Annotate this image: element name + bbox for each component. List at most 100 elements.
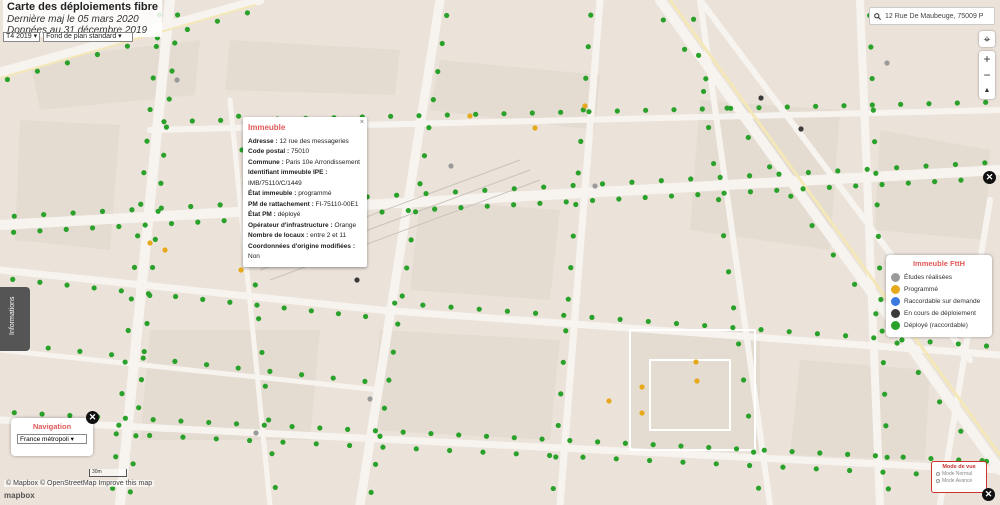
building-marker-deployed[interactable] [235,365,241,371]
building-marker-deployed[interactable] [122,415,128,421]
building-marker-deployed[interactable] [826,184,832,190]
building-marker-deployed[interactable] [147,106,153,113]
building-marker-deployed[interactable] [155,208,161,214]
building-marker-deployed[interactable] [880,469,886,475]
popup-close-icon[interactable]: × [360,118,364,129]
building-marker-deployed[interactable] [34,68,41,74]
building-marker-deployed[interactable] [317,425,323,431]
building-marker-deployed[interactable] [412,209,419,215]
building-marker-deployed[interactable] [900,454,906,460]
building-marker-deployed[interactable] [578,138,584,144]
building-marker-deployed[interactable] [894,340,900,346]
building-marker-deployed[interactable] [880,360,886,366]
building-marker-deployed[interactable] [10,229,17,235]
building-marker-deployed[interactable] [480,449,486,455]
building-marker-deployed[interactable] [386,377,392,383]
building-marker-deployed[interactable] [330,375,336,381]
building-marker-deployed[interactable] [178,418,184,424]
zoom-out-button[interactable]: − [979,67,995,83]
building-marker-deployed[interactable] [172,293,179,300]
building-marker-deployed[interactable] [710,160,717,167]
building-marker-deployed[interactable] [39,411,45,417]
building-marker-deployed[interactable] [362,378,368,384]
building-marker-deployed[interactable] [642,194,648,201]
building-marker-deployed[interactable] [313,441,319,447]
compass-icon[interactable]: ▲ [979,83,995,99]
building-marker-deployed[interactable] [882,391,888,397]
building-marker-deployed[interactable] [800,186,806,192]
building-marker-deployed[interactable] [958,177,964,183]
building-marker-deployed[interactable] [368,489,374,495]
building-marker-deployed[interactable] [845,451,851,457]
building-marker-deployed[interactable] [813,103,819,109]
building-marker-deployed[interactable] [147,292,153,299]
building-marker-deployed[interactable] [504,308,510,314]
building-marker-deployed[interactable] [267,368,273,374]
building-marker-deployed[interactable] [308,308,314,314]
building-marker-deployed[interactable] [932,179,938,185]
building-marker-deployed[interactable] [119,391,125,397]
building-marker-in-progress[interactable] [798,126,804,132]
building-marker-programmed[interactable] [639,410,645,416]
building-marker-deployed[interactable] [125,327,131,334]
close-legend-icon[interactable]: ✕ [983,171,996,184]
building-marker-deployed[interactable] [266,417,272,423]
building-marker-deployed[interactable] [511,435,517,441]
building-marker-deployed[interactable] [63,226,69,232]
building-marker-deployed[interactable] [539,436,545,442]
building-marker-deployed[interactable] [432,206,438,212]
legend-item[interactable]: Raccordable sur demande [891,295,987,307]
building-marker-deployed[interactable] [776,171,782,177]
building-marker-deployed[interactable] [129,207,135,213]
legend-item[interactable]: Études réalisées [891,271,987,283]
building-marker-deployed[interactable] [680,459,686,465]
building-marker-deployed[interactable] [133,433,139,439]
close-navigation-icon[interactable]: ✕ [86,411,99,424]
building-marker-deployed[interactable] [421,153,428,159]
building-marker-deployed[interactable] [345,426,351,432]
building-marker-deployed[interactable] [715,197,722,203]
building-marker-deployed[interactable] [236,113,242,119]
building-marker-deployed[interactable] [983,99,989,105]
building-marker-deployed[interactable] [172,358,178,364]
building-marker-deployed[interactable] [872,453,878,459]
building-marker-deployed[interactable] [871,335,877,341]
building-marker-deployed[interactable] [390,349,396,355]
building-marker-deployed[interactable] [758,327,764,333]
building-marker-deployed[interactable] [392,300,398,306]
building-marker-deployed[interactable] [563,328,569,334]
building-marker-deployed[interactable] [426,125,432,131]
building-marker-deployed[interactable] [926,101,932,107]
building-marker-deployed[interactable] [213,436,219,442]
building-marker-deployed[interactable] [735,341,742,347]
building-marker-deployed[interactable] [94,51,101,58]
building-marker-deployed[interactable] [41,211,47,218]
building-marker-deployed[interactable] [380,444,386,450]
building-marker-deployed[interactable] [650,442,656,448]
building-marker-deployed[interactable] [681,46,688,52]
building-marker-deployed[interactable] [721,190,727,196]
building-marker-deployed[interactable] [113,454,119,460]
building-marker-deployed[interactable] [64,60,71,66]
building-marker-deployed[interactable] [869,102,875,108]
building-marker-deployed[interactable] [599,181,606,187]
building-marker-programmed[interactable] [162,247,168,253]
building-marker-deployed[interactable] [77,348,83,354]
building-marker-deployed[interactable] [113,431,119,437]
building-marker-deployed[interactable] [281,305,287,311]
building-marker-deployed[interactable] [131,264,138,270]
building-marker-deployed[interactable] [875,233,881,239]
building-marker-deployed[interactable] [247,437,253,444]
building-marker-programmed[interactable] [582,103,588,109]
building-marker-deployed[interactable] [870,107,876,113]
building-marker-deployed[interactable] [954,100,960,106]
building-marker-deployed[interactable] [116,422,122,428]
building-marker-deployed[interactable] [671,107,677,113]
building-marker-deployed[interactable] [91,285,97,291]
building-marker-deployed[interactable] [188,203,194,210]
building-marker-deployed[interactable] [4,76,11,83]
building-marker-deployed[interactable] [585,44,591,50]
building-marker-deployed[interactable] [879,328,885,334]
building-marker-deployed[interactable] [567,437,573,444]
building-marker-deployed[interactable] [408,237,414,243]
